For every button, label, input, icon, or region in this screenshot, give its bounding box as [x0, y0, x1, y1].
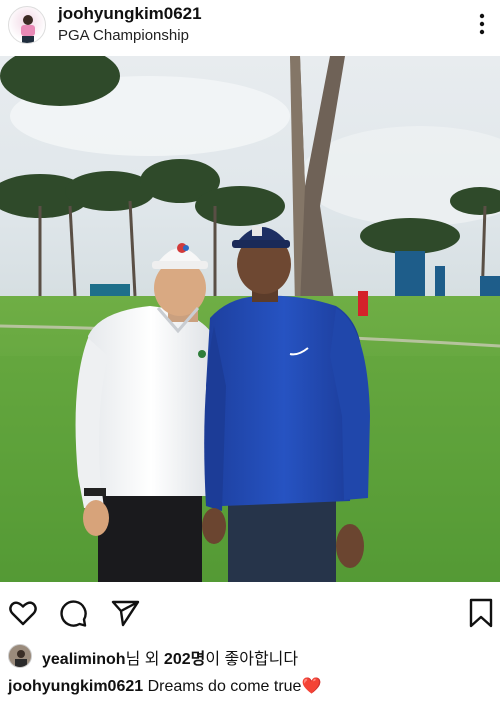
post-header: joohyungkim0621 PGA Championship — [0, 0, 500, 56]
profile-avatar[interactable] — [8, 6, 46, 44]
likes-text-mid: 님 외 — [125, 651, 164, 668]
caption-text: Dreams do come true — [143, 678, 302, 695]
send-icon — [110, 600, 140, 632]
action-bar — [0, 582, 500, 642]
like-button[interactable] — [8, 598, 38, 628]
likes-text-end: 이 좋아합니다 — [205, 651, 299, 668]
likes-count[interactable]: 202명 — [164, 651, 205, 668]
bookmark-icon — [466, 598, 496, 632]
more-options-icon[interactable] — [470, 10, 494, 40]
heart-outline-icon — [8, 601, 38, 632]
save-button[interactable] — [466, 598, 496, 628]
caption: joohyungkim0621 Dreams do come true❤️ — [8, 676, 321, 696]
liker-name[interactable]: yealiminoh — [42, 651, 126, 668]
likes-text[interactable]: yealiminoh님 외 202명이 좋아합니다 — [42, 645, 298, 669]
heart-emoji-icon: ❤️ — [301, 678, 322, 695]
comment-icon — [58, 600, 88, 632]
post-username[interactable]: joohyungkim0621 — [58, 4, 202, 24]
post-photo[interactable] — [0, 56, 500, 582]
caption-username[interactable]: joohyungkim0621 — [8, 678, 143, 695]
post-location[interactable]: PGA Championship — [58, 27, 189, 44]
comment-button[interactable] — [58, 598, 88, 628]
share-button[interactable] — [110, 598, 140, 628]
likes-row: yealiminoh님 외 202명이 좋아합니다 — [0, 640, 500, 670]
liker-avatar[interactable] — [8, 644, 32, 668]
